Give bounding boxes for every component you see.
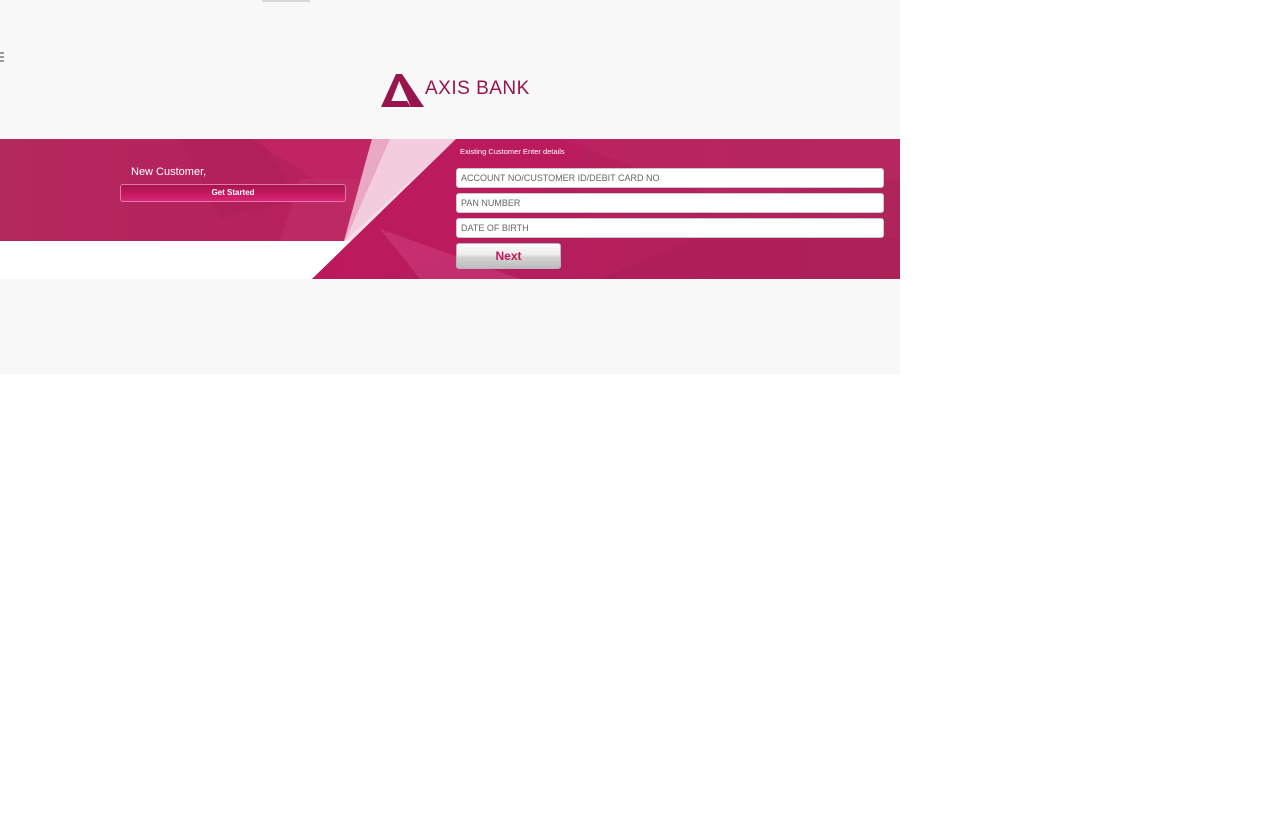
- new-customer-label: New Customer,: [131, 166, 207, 178]
- axis-bank-logo: AXIS BANK: [380, 72, 540, 108]
- axis-logo-icon: [381, 74, 424, 107]
- app-window: AXIS BANK New Customer, Get Started Exis…: [0, 0, 900, 374]
- pan-number-field[interactable]: [456, 193, 884, 213]
- top-tab-indicator[interactable]: [262, 0, 310, 2]
- date-of-birth-field[interactable]: [456, 218, 884, 238]
- account-number-field[interactable]: [456, 168, 884, 188]
- next-button[interactable]: Next: [456, 243, 561, 269]
- existing-customer-label: Existing Customer Enter details: [460, 147, 565, 156]
- login-banner: New Customer, Get Started Existing Custo…: [0, 139, 900, 279]
- brand-name: AXIS BANK: [425, 78, 530, 99]
- side-menu-handle-icon[interactable]: [0, 52, 4, 66]
- get-started-button[interactable]: Get Started: [120, 184, 346, 202]
